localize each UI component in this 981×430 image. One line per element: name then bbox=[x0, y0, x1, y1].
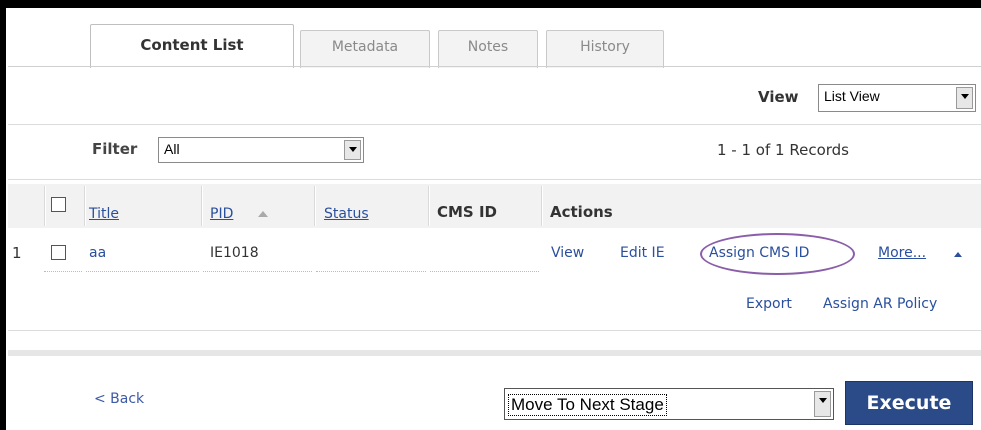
select-all-checkbox[interactable] bbox=[51, 197, 66, 212]
highlight-annotation bbox=[700, 233, 855, 275]
view-select[interactable]: List View bbox=[818, 84, 976, 112]
cell-divider bbox=[316, 271, 426, 272]
assign-ar-policy-link[interactable]: Assign AR Policy bbox=[823, 296, 937, 312]
column-separator bbox=[314, 186, 316, 226]
column-status-sort[interactable]: Status bbox=[324, 206, 369, 222]
view-select-value: List View bbox=[824, 88, 880, 104]
edit-ie-action-link[interactable]: Edit IE bbox=[620, 245, 665, 261]
tab-history[interactable]: History bbox=[546, 30, 664, 68]
row-checkbox[interactable] bbox=[51, 245, 66, 260]
divider bbox=[8, 124, 981, 125]
window-frame-top bbox=[0, 0, 981, 8]
view-action-link[interactable]: View bbox=[551, 245, 584, 261]
stage-select[interactable]: Move To Next Stage bbox=[504, 388, 834, 420]
section-separator bbox=[8, 350, 981, 356]
chevron-down-icon[interactable] bbox=[956, 87, 973, 109]
tab-content-list[interactable]: Content List bbox=[90, 24, 294, 68]
more-actions-link[interactable]: More... bbox=[878, 245, 926, 261]
column-separator bbox=[201, 186, 203, 226]
row-pid: IE1018 bbox=[210, 245, 259, 261]
column-title-sort[interactable]: Title bbox=[89, 206, 119, 222]
window-frame-left bbox=[0, 0, 6, 430]
view-label: View bbox=[758, 88, 799, 106]
column-separator bbox=[44, 186, 46, 226]
column-cms-id: CMS ID bbox=[437, 203, 497, 221]
caret-up-icon[interactable] bbox=[954, 252, 962, 257]
column-separator bbox=[541, 186, 543, 226]
cell-divider bbox=[86, 271, 199, 272]
back-link[interactable]: < Back bbox=[94, 391, 144, 407]
filter-select-value: All bbox=[164, 141, 180, 157]
export-link[interactable]: Export bbox=[746, 296, 792, 312]
cell-divider bbox=[44, 271, 82, 272]
sort-ascending-icon bbox=[258, 211, 268, 217]
row-number: 1 bbox=[12, 244, 22, 262]
tab-metadata[interactable]: Metadata bbox=[300, 30, 430, 68]
chevron-down-icon[interactable] bbox=[814, 391, 831, 417]
divider bbox=[8, 179, 981, 180]
column-separator bbox=[428, 186, 430, 226]
execute-button[interactable]: Execute bbox=[845, 381, 973, 425]
column-separator bbox=[84, 186, 86, 226]
tab-divider bbox=[8, 66, 981, 67]
cell-divider bbox=[203, 271, 312, 272]
column-actions: Actions bbox=[550, 203, 613, 221]
stage-select-value: Move To Next Stage bbox=[508, 394, 667, 416]
filter-select[interactable]: All bbox=[158, 137, 364, 163]
chevron-down-icon[interactable] bbox=[344, 140, 361, 160]
tab-notes[interactable]: Notes bbox=[438, 30, 538, 68]
divider bbox=[8, 330, 981, 331]
filter-label: Filter bbox=[92, 140, 138, 158]
column-pid-sort[interactable]: PID bbox=[210, 206, 233, 222]
cell-divider bbox=[430, 271, 539, 272]
row-title-link[interactable]: aa bbox=[89, 245, 106, 261]
records-count: 1 - 1 of 1 Records bbox=[717, 141, 849, 159]
